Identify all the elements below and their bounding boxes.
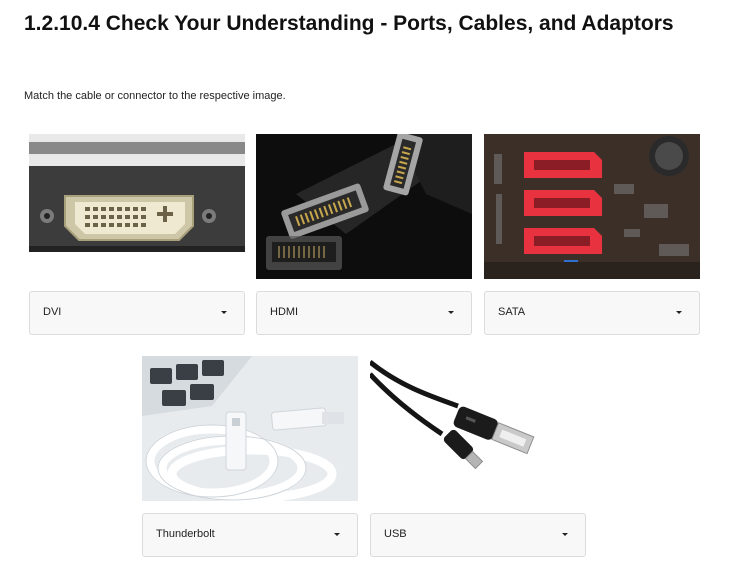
match-card-dvi: DVI (29, 134, 245, 335)
usb-cable-image (370, 356, 586, 501)
match-card-sata: SATA (484, 134, 700, 335)
connector-select-thunderbolt[interactable]: Thunderbolt (142, 513, 358, 557)
chevron-down-icon (448, 311, 454, 314)
dvi-port-image (29, 134, 245, 279)
chevron-down-icon (562, 533, 568, 536)
chevron-down-icon (676, 311, 682, 314)
connector-select-dvi[interactable]: DVI (29, 291, 245, 335)
instructions-text: Match the cable or connector to the resp… (24, 90, 286, 102)
select-value: SATA (498, 306, 526, 318)
match-card-hdmi: HDMI (256, 134, 472, 335)
chevron-down-icon (334, 533, 340, 536)
connector-select-usb[interactable]: USB (370, 513, 586, 557)
thunderbolt-cable-image (142, 356, 358, 501)
match-card-thunderbolt: Thunderbolt (142, 356, 358, 557)
chevron-down-icon (221, 311, 227, 314)
match-card-usb: USB (370, 356, 586, 557)
sata-ports-image (484, 134, 700, 279)
connector-select-hdmi[interactable]: HDMI (256, 291, 472, 335)
hdmi-cable-image (256, 134, 472, 279)
select-value: USB (384, 528, 407, 540)
select-value: Thunderbolt (156, 528, 215, 540)
connector-select-sata[interactable]: SATA (484, 291, 700, 335)
select-value: DVI (43, 306, 62, 318)
select-value: HDMI (270, 306, 299, 318)
page-title: 1.2.10.4 Check Your Understanding - Port… (24, 12, 674, 35)
